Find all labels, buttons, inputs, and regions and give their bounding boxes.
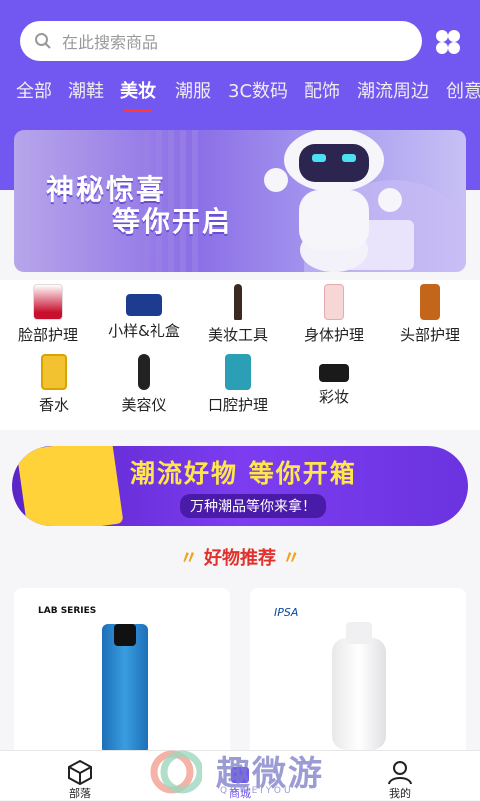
watermark: 趣微游 QUWEIYOU	[150, 746, 340, 800]
decor-right-icon: 〃	[276, 548, 301, 569]
tab-merch[interactable]: 潮流周边	[357, 78, 429, 106]
tab-beauty[interactable]: 美妆	[120, 78, 156, 112]
search-placeholder: 在此搜索商品	[62, 33, 159, 52]
tab-creative[interactable]: 创意	[446, 78, 480, 106]
user-icon	[388, 761, 412, 785]
oral-care-icon	[225, 354, 251, 390]
category-tabs: 全部 潮鞋 美妆 潮服 3C数码 配饰 潮流周边 创意	[0, 78, 480, 118]
body-care-icon	[324, 284, 344, 320]
tab-me[interactable]: 我的	[370, 759, 430, 801]
category-perfume[interactable]: 香水	[6, 354, 102, 415]
mystery-box-icon	[16, 446, 124, 526]
perfume-icon	[41, 354, 67, 390]
watermark-subtext: QUWEIYOU	[220, 786, 294, 796]
watermark-logo-icon	[150, 750, 202, 794]
category-makeup-tools[interactable]: 美妆工具	[190, 284, 286, 345]
section-title: 〃 好物推荐 〃	[179, 548, 301, 569]
category-face-care[interactable]: 脸部护理	[0, 284, 96, 345]
search-bar[interactable]: 在此搜索商品	[20, 21, 422, 61]
category-gift-box[interactable]: 小样&礼盒	[96, 284, 192, 341]
promo-title: 潮流好物 等你开箱	[130, 459, 357, 488]
tab-tribe[interactable]: 部落	[50, 759, 110, 801]
promo-subtitle: 万种潮品等你来拿！	[180, 494, 326, 518]
category-body-care[interactable]: 身体护理	[286, 284, 382, 345]
cube-icon	[68, 759, 92, 785]
product-cap	[346, 622, 372, 644]
product-brand: LAB SERIES	[38, 606, 97, 616]
product-card[interactable]: IPSA	[250, 588, 466, 758]
tab-accessories[interactable]: 配饰	[304, 78, 340, 106]
mystery-banner[interactable]: 神秘惊喜 等你开启	[14, 130, 466, 272]
category-oral-care[interactable]: 口腔护理	[190, 354, 286, 415]
gift-box-icon	[126, 294, 162, 316]
tab-all[interactable]: 全部	[16, 78, 52, 106]
cosmetics-icon	[319, 364, 349, 382]
tab-digital[interactable]: 3C数码	[228, 78, 288, 106]
beauty-device-icon	[138, 354, 150, 390]
hair-care-icon	[420, 284, 440, 320]
category-grid-icon[interactable]	[434, 28, 462, 56]
product-image	[332, 638, 386, 750]
product-cap	[114, 624, 136, 646]
product-card[interactable]: LAB SERIES	[14, 588, 230, 758]
category-cosmetics[interactable]: 彩妆	[286, 354, 382, 407]
category-grid: 脸部护理 小样&礼盒 美妆工具 身体护理 头部护理 香水 美容仪 口腔护理 彩妆	[0, 280, 480, 430]
category-beauty-device[interactable]: 美容仪	[96, 354, 192, 415]
tab-clothing[interactable]: 潮服	[175, 78, 211, 106]
search-icon	[35, 33, 51, 49]
product-brand: IPSA	[274, 606, 299, 619]
makeup-brush-icon	[234, 284, 242, 320]
category-hair-care[interactable]: 头部护理	[382, 284, 478, 345]
face-care-icon	[33, 284, 63, 320]
tab-shoes[interactable]: 潮鞋	[68, 78, 104, 106]
decor-left-icon: 〃	[179, 548, 204, 569]
unboxing-promo-banner[interactable]: 潮流好物 等你开箱 万种潮品等你来拿！	[12, 446, 468, 526]
banner-line2: 等你开启	[112, 205, 233, 238]
